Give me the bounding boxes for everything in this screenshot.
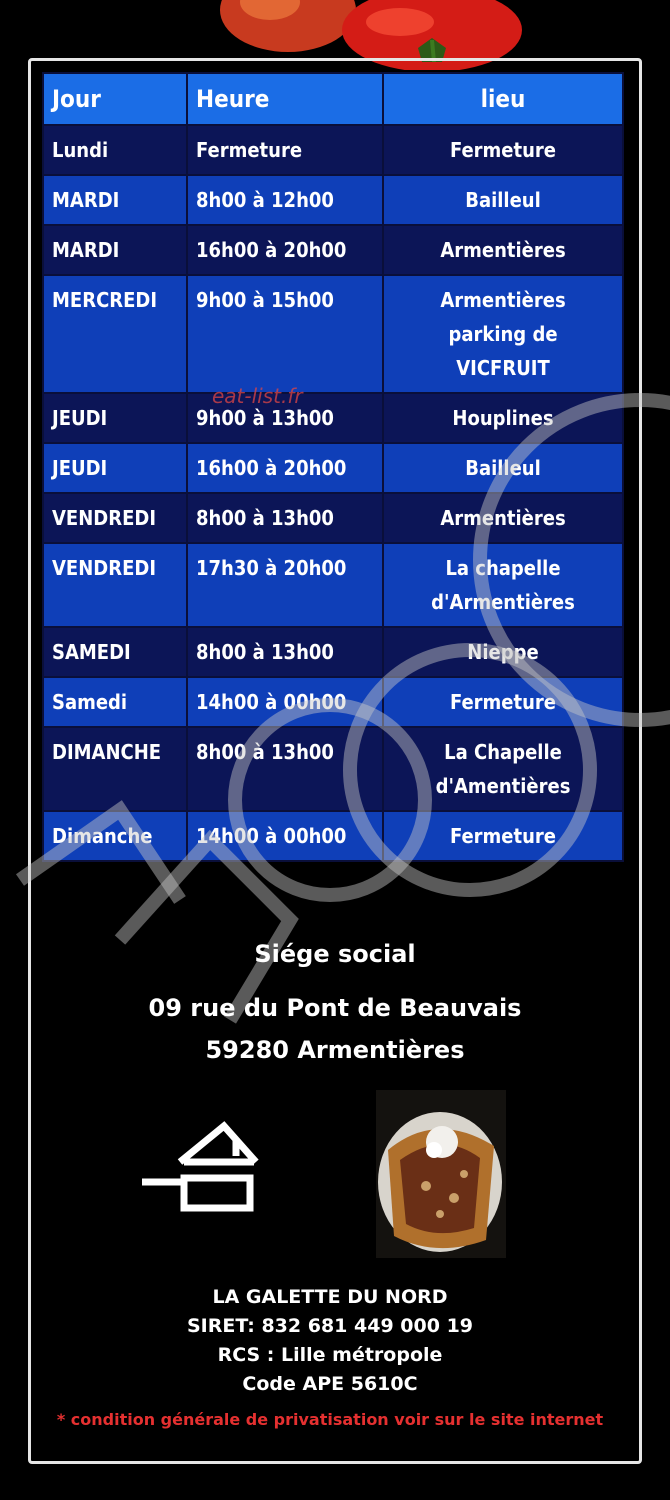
cell-jour: Dimanche xyxy=(42,810,188,862)
table-row: MERCREDI 9h00 à 15h00 Armentières parking d… xyxy=(42,274,624,394)
cell-heure: 17h30 à 20h00 xyxy=(186,542,384,628)
cell-jour: JEUDI xyxy=(42,392,188,444)
cell-heure: 14h00 à 00h00 xyxy=(186,676,384,728)
cell-lieu-line: d'Amentières xyxy=(435,774,571,798)
cell-jour: VENDREDI xyxy=(42,492,188,544)
table-row: VENDREDI 17h30 à 20h00 La chapelle d'Arment… xyxy=(42,542,624,628)
table-row: Samedi 14h00 à 00h00 Fermeture xyxy=(42,676,624,728)
schedule-table: Jour Heure lieu Lundi Fermeture Fermeture M… xyxy=(42,72,624,862)
cell-lieu: Armentières xyxy=(382,224,624,276)
galette-photo xyxy=(376,1090,506,1258)
cell-jour: Lundi xyxy=(42,124,188,176)
site-watermark: eat-list.fr xyxy=(212,384,303,408)
cell-lieu-line: La Chapelle xyxy=(444,740,562,764)
header-lieu: lieu xyxy=(382,72,624,126)
house-logo-icon xyxy=(142,1121,259,1212)
cell-lieu-line: d'Armentières xyxy=(431,590,575,614)
table-row: JEUDI 9h00 à 13h00 Houplines xyxy=(42,392,624,444)
cell-lieu: Fermeture xyxy=(382,124,624,176)
cell-heure: Fermeture xyxy=(186,124,384,176)
cell-lieu-line: Fermeture xyxy=(449,690,557,714)
cell-jour: SAMEDI xyxy=(42,626,188,678)
table-row: JEUDI 16h00 à 20h00 Bailleul xyxy=(42,442,624,494)
cell-lieu: Armentières parking de VICFRUIT xyxy=(382,274,624,394)
cell-lieu: Fermeture xyxy=(382,810,624,862)
siret-text: SIRET: 832 681 449 000 19 xyxy=(186,1315,474,1337)
table-row: DIMANCHE 8h00 à 13h00 La Chapelle d'Amentiè… xyxy=(42,726,624,812)
cell-jour: VENDREDI xyxy=(42,542,188,628)
cell-lieu-line: Armentières xyxy=(440,506,566,530)
cell-lieu-line: Bailleul xyxy=(465,188,541,212)
cell-lieu-line: parking de xyxy=(448,322,558,346)
cell-lieu: Armentières xyxy=(382,492,624,544)
cell-lieu: Houplines xyxy=(382,392,624,444)
condition-note: * condition générale de privatisation vo… xyxy=(56,1410,604,1429)
table-row: MARDI 16h00 à 20h00 Armentières xyxy=(42,224,624,276)
table-row: SAMEDI 8h00 à 13h00 Nieppe xyxy=(42,626,624,678)
cell-lieu-line: Houplines xyxy=(452,406,554,430)
cell-lieu-line: Armentières xyxy=(440,238,566,262)
cell-lieu-line: La chapelle xyxy=(445,556,561,580)
cell-lieu: La chapelle d'Armentières xyxy=(382,542,624,628)
header-jour: Jour xyxy=(42,72,188,126)
cell-jour: Samedi xyxy=(42,676,188,728)
cell-heure: 14h00 à 00h00 xyxy=(186,810,384,862)
cell-lieu: Bailleul xyxy=(382,442,624,494)
cell-lieu-line: Armentières xyxy=(440,288,566,312)
cell-lieu-line: Nieppe xyxy=(467,640,539,664)
cell-jour: DIMANCHE xyxy=(42,726,188,812)
cell-lieu-line: VICFRUIT xyxy=(456,356,550,380)
ape-text: Code APE 5610C xyxy=(242,1373,418,1395)
schedule-body: Lundi Fermeture Fermeture MARDI 8h00 à 12h00… xyxy=(42,124,624,862)
cell-heure: 8h00 à 13h00 xyxy=(186,492,384,544)
cell-jour: MARDI xyxy=(42,224,188,276)
table-row: VENDREDI 8h00 à 13h00 Armentières xyxy=(42,492,624,544)
cell-jour: MARDI xyxy=(42,174,188,226)
header-heure: Heure xyxy=(186,72,384,126)
cell-lieu-line: Fermeture xyxy=(449,824,557,848)
rcs-text: RCS : Lille métropole xyxy=(217,1344,443,1366)
siege-title: Siége social xyxy=(254,940,416,968)
table-row: MARDI 8h00 à 12h00 Bailleul xyxy=(42,174,624,226)
siege-address-line2: 59280 Armentières xyxy=(205,1036,465,1064)
company-name: LA GALETTE DU NORD xyxy=(212,1286,448,1308)
cell-lieu: Fermeture xyxy=(382,676,624,728)
cell-lieu-line: Bailleul xyxy=(465,456,541,480)
table-row: Lundi Fermeture Fermeture xyxy=(42,124,624,176)
cell-lieu-line: Fermeture xyxy=(449,138,557,162)
cell-lieu: Nieppe xyxy=(382,626,624,678)
cell-heure: 8h00 à 13h00 xyxy=(186,726,384,812)
siege-address-line1: 09 rue du Pont de Beauvais xyxy=(148,994,522,1022)
cell-heure: 8h00 à 12h00 xyxy=(186,174,384,226)
cell-heure: 9h00 à 15h00 xyxy=(186,274,384,394)
cell-jour: MERCREDI xyxy=(42,274,188,394)
cell-lieu: La Chapelle d'Amentières xyxy=(382,726,624,812)
cell-heure: 8h00 à 13h00 xyxy=(186,626,384,678)
table-row: Dimanche 14h00 à 00h00 Fermeture xyxy=(42,810,624,862)
cell-heure: 16h00 à 20h00 xyxy=(186,224,384,276)
cell-jour: JEUDI xyxy=(42,442,188,494)
table-header-row: Jour Heure lieu xyxy=(42,72,624,126)
cell-lieu: Bailleul xyxy=(382,174,624,226)
cell-heure: 16h00 à 20h00 xyxy=(186,442,384,494)
